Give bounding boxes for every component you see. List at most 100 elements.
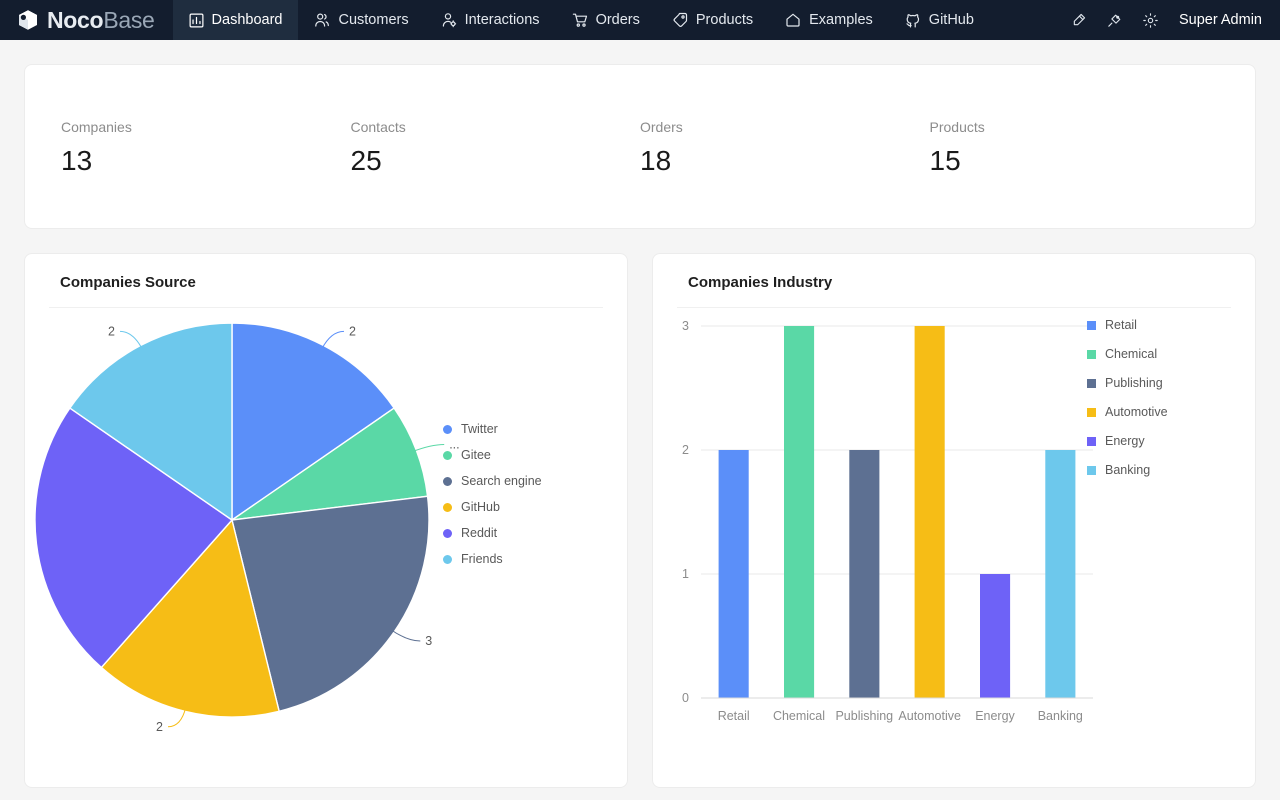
nocobase-cube-logo-icon	[16, 8, 40, 32]
y-axis-tick: 1	[682, 567, 689, 581]
bar-card-title: Companies Industry	[677, 254, 1231, 308]
legend-label: Search engine	[461, 474, 542, 488]
brand-logo-area[interactable]: NocoBase	[0, 0, 173, 40]
legend-label: Energy	[1105, 434, 1145, 448]
companies-source-card: Companies Source 2...322 TwitterGiteeSea…	[24, 253, 628, 788]
legend-color-dot-icon	[443, 529, 452, 538]
pie-data-label: 2	[108, 324, 115, 338]
legend-color-square-icon	[1087, 321, 1096, 330]
github-icon	[905, 12, 921, 28]
pie-chart-body: 2...322 TwitterGiteeSearch engineGitHubR…	[25, 308, 627, 787]
gear-icon[interactable]	[1133, 0, 1169, 40]
nav-label: Examples	[809, 12, 873, 28]
bar-banking[interactable]	[1045, 450, 1075, 698]
bar-card-header: Companies Industry	[653, 254, 1255, 308]
bar-legend-item-banking[interactable]: Banking	[1087, 463, 1168, 477]
legend-label: Chemical	[1105, 347, 1157, 361]
pie-legend-item-gitee[interactable]: Gitee	[443, 448, 542, 462]
pie-legend-item-search-engine[interactable]: Search engine	[443, 474, 542, 488]
stat-value: 15	[930, 147, 1220, 175]
users-icon	[314, 12, 330, 28]
nav-item-interactions[interactable]: Interactions	[425, 0, 556, 40]
stat-value: 18	[640, 147, 930, 175]
y-axis-tick: 2	[682, 443, 689, 457]
charts-row: Companies Source 2...322 TwitterGiteeSea…	[24, 253, 1256, 788]
x-axis-tick: Banking	[1038, 709, 1083, 723]
nav-label: Customers	[338, 12, 408, 28]
tag-icon	[672, 12, 688, 28]
stat-label: Contacts	[351, 119, 641, 135]
legend-color-square-icon	[1087, 466, 1096, 475]
stat-orders: Orders 18	[640, 119, 930, 175]
x-axis-tick: Energy	[975, 709, 1015, 723]
bar-legend-item-chemical[interactable]: Chemical	[1087, 347, 1168, 361]
pie-label-leader	[413, 445, 445, 452]
legend-color-dot-icon	[443, 555, 452, 564]
x-axis-tick: Retail	[718, 709, 750, 723]
bar-legend-item-automotive[interactable]: Automotive	[1087, 405, 1168, 419]
nav-label: Dashboard	[212, 12, 283, 28]
nav-label: Interactions	[465, 12, 540, 28]
nav-item-products[interactable]: Products	[656, 0, 769, 40]
stat-value: 25	[351, 147, 641, 175]
nav-item-orders[interactable]: Orders	[556, 0, 656, 40]
brand-title: NocoBase	[47, 9, 155, 32]
cart-icon	[572, 12, 588, 28]
nav-label: Products	[696, 12, 753, 28]
bar-publishing[interactable]	[849, 450, 879, 698]
pie-legend: Twitter Gitee Search engine GitHub Reddit Fri…	[443, 422, 542, 566]
nav-label: GitHub	[929, 12, 974, 28]
bar-automotive[interactable]	[915, 326, 945, 698]
home-icon	[785, 12, 801, 28]
stat-label: Companies	[61, 119, 351, 135]
bar-chart-icon	[189, 13, 204, 28]
legend-color-square-icon	[1087, 350, 1096, 359]
pie-legend-item-twitter[interactable]: Twitter	[443, 422, 542, 436]
nav-item-examples[interactable]: Examples	[769, 0, 889, 40]
stat-value: 13	[61, 147, 351, 175]
app-header: NocoBase Dashboard Customers	[0, 0, 1280, 40]
legend-label: Publishing	[1105, 376, 1163, 390]
legend-label: GitHub	[461, 500, 500, 514]
legend-color-square-icon	[1087, 408, 1096, 417]
legend-color-dot-icon	[443, 425, 452, 434]
legend-color-dot-icon	[443, 503, 452, 512]
page-content: Companies 13 Contacts 25 Orders 18 Produ…	[0, 40, 1280, 800]
legend-label: Reddit	[461, 526, 497, 540]
legend-label: Gitee	[461, 448, 491, 462]
highlighter-icon[interactable]	[1061, 0, 1097, 40]
y-axis-tick: 0	[682, 691, 689, 705]
pie-data-label: 3	[425, 634, 432, 648]
y-axis-tick: 3	[682, 319, 689, 333]
stat-label: Products	[930, 119, 1220, 135]
nav-item-customers[interactable]: Customers	[298, 0, 424, 40]
pie-card-header: Companies Source	[25, 254, 627, 308]
legend-color-dot-icon	[443, 477, 452, 486]
plugin-icon[interactable]	[1097, 0, 1133, 40]
main-nav: Dashboard Customers	[173, 0, 990, 40]
stat-label: Orders	[640, 119, 930, 135]
bar-retail[interactable]	[719, 450, 749, 698]
pie-legend-item-github[interactable]: GitHub	[443, 500, 542, 514]
bar-chart-body: 0 1 2 3 Retail Chemical Publishing Automotive En…	[653, 308, 1255, 787]
bar-legend-item-retail[interactable]: Retail	[1087, 318, 1168, 332]
legend-label: Twitter	[461, 422, 498, 436]
pie-data-label: 2	[349, 324, 356, 338]
bar-legend-item-publishing[interactable]: Publishing	[1087, 376, 1168, 390]
bar-legend-item-energy[interactable]: Energy	[1087, 434, 1168, 448]
pie-legend-item-reddit[interactable]: Reddit	[443, 526, 542, 540]
stats-card: Companies 13 Contacts 25 Orders 18 Produ…	[24, 64, 1256, 229]
nav-item-github[interactable]: GitHub	[889, 0, 990, 40]
bar-chemical[interactable]	[784, 326, 814, 698]
bar-energy[interactable]	[980, 574, 1010, 698]
legend-color-square-icon	[1087, 379, 1096, 388]
legend-color-dot-icon	[443, 451, 452, 460]
legend-color-square-icon	[1087, 437, 1096, 446]
user-menu[interactable]: Super Admin	[1169, 0, 1280, 40]
pie-legend-item-friends[interactable]: Friends	[443, 552, 542, 566]
legend-label: Friends	[461, 552, 503, 566]
legend-label: Banking	[1105, 463, 1150, 477]
bar-legend: Retail Chemical Publishing Automotive Energy…	[1087, 318, 1168, 477]
nav-item-dashboard[interactable]: Dashboard	[173, 0, 299, 40]
nav-label: Orders	[596, 12, 640, 28]
